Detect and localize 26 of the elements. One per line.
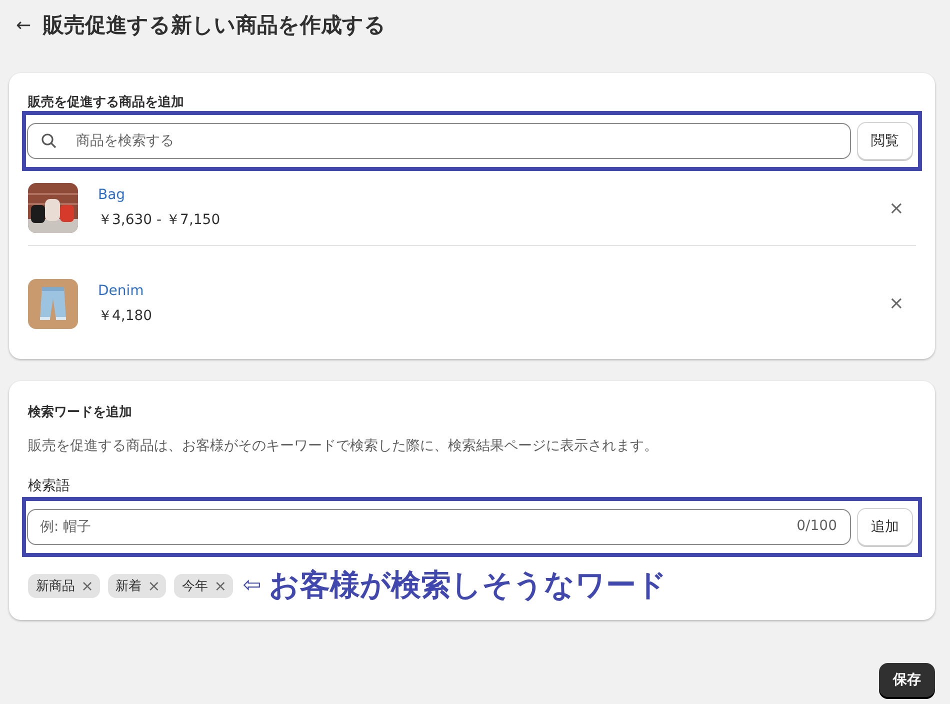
- remove-tag-button[interactable]: ×: [148, 576, 160, 594]
- remove-button[interactable]: ×: [876, 198, 916, 218]
- annotation-arrow: ⇦: [242, 573, 262, 598]
- search-icon: [41, 133, 57, 149]
- save-button[interactable]: 保存: [879, 663, 935, 697]
- browse-button[interactable]: 閲覧: [857, 122, 913, 160]
- remove-tag-button[interactable]: ×: [81, 576, 94, 594]
- product-price: ￥4,180: [98, 306, 154, 324]
- page-title: 販売促進する新しい商品を作成する: [43, 12, 386, 39]
- section-heading: 検索ワードを追加: [28, 404, 133, 421]
- add-button[interactable]: 追加: [857, 508, 913, 546]
- tag-label: 新着: [116, 578, 142, 594]
- section-heading: 販売を促進する商品を追加: [28, 94, 185, 111]
- tag-label: 新商品: [36, 578, 75, 594]
- remove-tag-button[interactable]: ×: [214, 576, 227, 594]
- product-link[interactable]: Bag: [98, 187, 126, 203]
- field-label: 検索語: [28, 477, 71, 495]
- back-arrow[interactable]: ←: [16, 14, 32, 36]
- remove-button[interactable]: ×: [876, 293, 916, 314]
- search-field[interactable]: 商品を検索する: [27, 123, 851, 159]
- product-link[interactable]: Denim: [98, 282, 144, 298]
- description-text: 販売を促進する商品は、お客様がそのキーワードで検索した際に、検索結果ページに表示されます。: [28, 437, 659, 455]
- character-counter: 0/100: [796, 518, 837, 534]
- tag-label: 今年: [182, 578, 208, 594]
- product-price: ￥3,630 - ￥7,150: [98, 211, 222, 229]
- annotation-text: お客様が検索しそうなワード: [269, 567, 668, 605]
